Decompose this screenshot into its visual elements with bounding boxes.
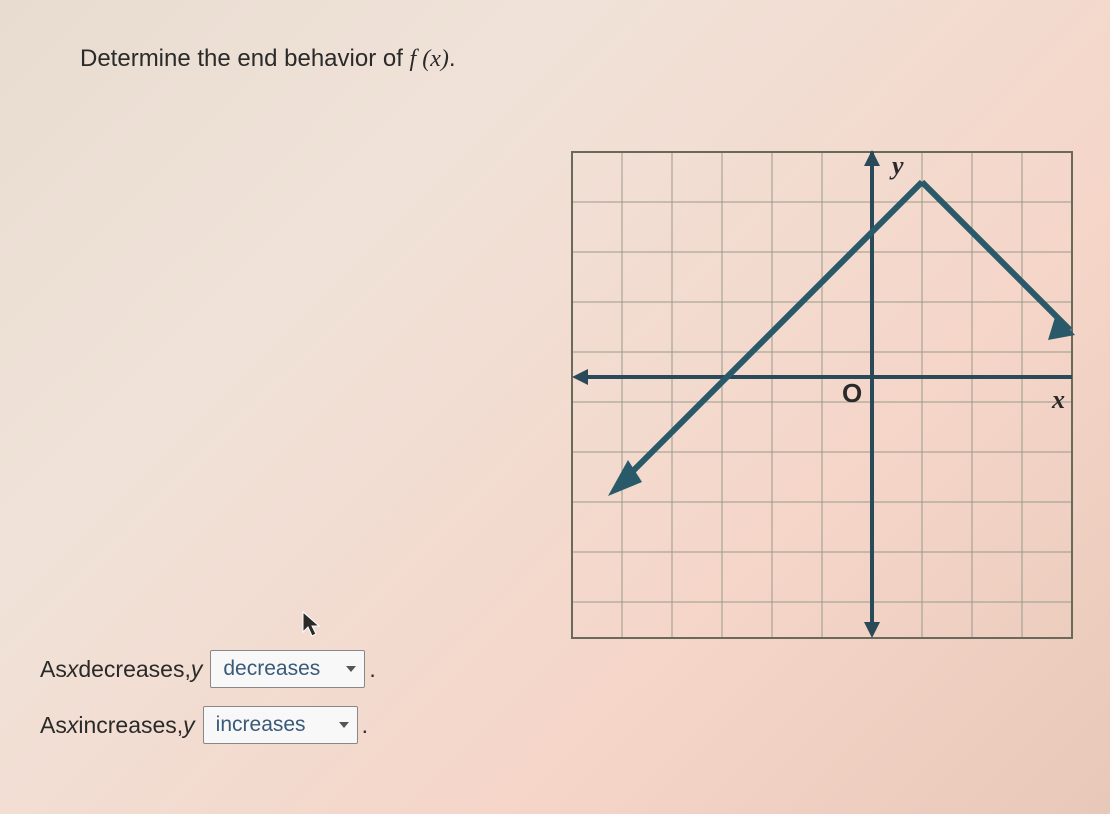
answer-section: As x decreases, y decreases . As x incre… (40, 650, 376, 762)
question-prefix: Determine the end behavior of (80, 45, 410, 72)
y-axis-arrow-down (864, 622, 880, 638)
answer1-period: . (369, 656, 375, 683)
answer1-var2: y (191, 656, 203, 683)
answer1-selected: decreases (223, 657, 320, 680)
answer1-prefix: As (40, 656, 67, 683)
cursor-icon (300, 610, 322, 643)
question-fx: f (x) (410, 46, 449, 72)
x-axis-label: x (1051, 385, 1065, 414)
answer1-dropdown[interactable]: decreases (210, 650, 365, 688)
grid-lines (572, 152, 1072, 638)
answer-row-2: As x increases, y increases . (40, 706, 376, 744)
answer2-dropdown[interactable]: increases (203, 706, 358, 744)
graph-plot: O y x (570, 150, 1075, 640)
question-text: Determine the end behavior of f (x). (80, 45, 456, 73)
question-suffix: . (449, 45, 456, 72)
answer2-selected: increases (216, 713, 306, 736)
axes (582, 152, 1072, 628)
answer2-mid: increases, (78, 712, 183, 739)
graph-svg: O y x (570, 150, 1075, 640)
answer2-prefix: As (40, 712, 67, 739)
answer1-var1: x (67, 656, 79, 683)
answer2-var1: x (67, 712, 79, 739)
answer2-var2: y (183, 712, 195, 739)
function-curve (622, 182, 1070, 482)
origin-label: O (842, 378, 862, 408)
answer2-period: . (362, 712, 368, 739)
answer1-mid: decreases, (78, 656, 191, 683)
y-axis-label: y (889, 151, 904, 180)
x-axis-arrow-left (572, 369, 588, 385)
answer-row-1: As x decreases, y decreases . (40, 650, 376, 688)
